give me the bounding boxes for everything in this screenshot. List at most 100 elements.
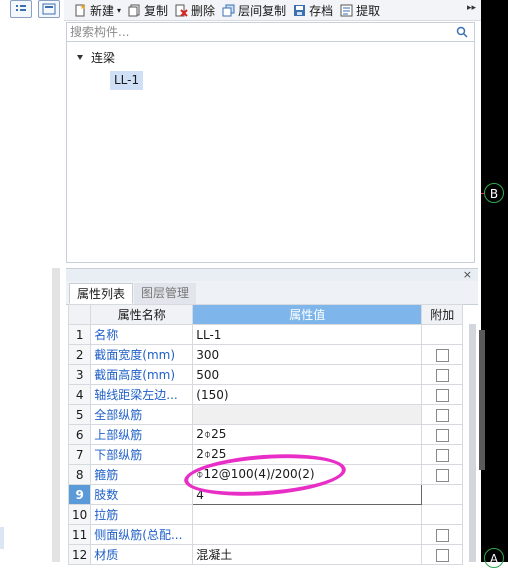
extra-checkbox[interactable] <box>435 348 449 362</box>
extra-checkbox[interactable] <box>435 548 449 562</box>
extra-cell <box>421 324 464 345</box>
row-number[interactable]: 5 <box>67 404 92 425</box>
search-icon[interactable] <box>456 26 468 38</box>
extra-checkbox[interactable] <box>435 368 449 382</box>
property-value[interactable]: 300 <box>192 344 423 365</box>
property-name: 拉筋 <box>90 504 194 525</box>
property-value[interactable]: 2⌽25 <box>192 444 423 465</box>
row-number[interactable]: 6 <box>67 424 92 445</box>
extract-button[interactable]: 提取 <box>340 2 380 19</box>
property-grid: 属性名称 属性值 附加 1 名称 LL-1 2 截面宽度(mm) 300 3 截面高度(mm)… <box>67 304 464 565</box>
axis-marker-b[interactable]: B <box>484 183 504 203</box>
chevron-down-icon[interactable]: ▾ <box>117 6 121 15</box>
close-icon[interactable]: × <box>463 268 472 281</box>
property-name: 轴线距梁左边... <box>90 384 194 405</box>
row-number[interactable]: 10 <box>67 504 92 525</box>
row-number[interactable]: 7 <box>67 444 92 465</box>
grid-scrollbar[interactable] <box>469 324 476 562</box>
extra-cell <box>421 384 464 405</box>
column-header-name[interactable]: 属性名称 <box>90 304 194 325</box>
copy-label: 复制 <box>144 3 169 18</box>
extra-cell <box>421 404 464 425</box>
component-tree: 连梁 LL-1 <box>66 42 475 263</box>
row-number[interactable]: 4 <box>67 384 92 405</box>
property-value[interactable] <box>192 524 423 545</box>
tree-node-root[interactable]: 连梁 <box>77 49 115 66</box>
extra-checkbox[interactable] <box>435 448 449 462</box>
column-header-extra[interactable]: 附加 <box>421 304 464 325</box>
table-row[interactable]: 8 箍筋 ⌽12@100(4)/200(2) <box>67 464 464 485</box>
properties-tabs: 属性列表 图层管理 <box>66 281 478 305</box>
archive-icon <box>294 4 306 16</box>
row-number[interactable]: 8 <box>67 464 92 485</box>
table-row[interactable]: 6 上部纵筋 2⌽25 <box>67 424 464 445</box>
table-row[interactable]: 5 全部纵筋 <box>67 404 464 425</box>
table-row[interactable]: 1 名称 LL-1 <box>67 324 464 345</box>
extra-cell <box>421 424 464 445</box>
row-number[interactable]: 11 <box>67 524 92 545</box>
column-header-value[interactable]: 属性值 <box>192 304 423 325</box>
more-icon[interactable]: ▸▸ <box>467 3 476 13</box>
archive-button[interactable]: 存档 <box>293 2 333 19</box>
archive-label: 存档 <box>309 3 334 18</box>
layer-copy-label: 层间复制 <box>238 3 287 18</box>
new-button[interactable]: 新建 ▾ <box>74 2 121 19</box>
table-row[interactable]: 2 截面宽度(mm) 300 <box>67 344 464 365</box>
extra-checkbox[interactable] <box>435 428 449 442</box>
property-name: 箍筋 <box>90 464 194 485</box>
extract-icon <box>340 4 353 16</box>
new-icon <box>75 3 86 16</box>
delete-button[interactable]: 删除 <box>175 2 215 19</box>
row-number[interactable]: 3 <box>67 364 92 385</box>
property-name: 全部纵筋 <box>90 404 194 425</box>
extra-cell <box>421 364 464 385</box>
canvas-scrollbar[interactable] <box>479 330 485 470</box>
left-scrollbar[interactable] <box>52 268 60 562</box>
property-name: 截面宽度(mm) <box>90 344 194 365</box>
property-value[interactable] <box>192 504 423 525</box>
table-row[interactable]: 10 拉筋 <box>67 504 464 525</box>
extra-checkbox[interactable] <box>435 388 449 402</box>
table-row[interactable]: 4 轴线距梁左边... (150) <box>67 384 464 405</box>
tab-property-list[interactable]: 属性列表 <box>69 283 134 304</box>
layer-copy-icon <box>222 4 235 16</box>
layer-copy-button[interactable]: 层间复制 <box>222 2 286 19</box>
property-value[interactable]: ⌽12@100(4)/200(2) <box>192 464 423 485</box>
table-row[interactable]: 9 肢数 4 <box>67 484 464 505</box>
table-row[interactable]: 11 侧面纵筋(总配... <box>67 524 464 545</box>
extract-label: 提取 <box>356 3 381 18</box>
property-name: 肢数 <box>90 484 194 505</box>
extra-checkbox[interactable] <box>435 528 449 542</box>
toolbar: 新建 ▾ 复制 删除 层间复制 存档 提取 ▸▸ <box>64 0 481 21</box>
tab-layer-management[interactable]: 图层管理 <box>134 283 197 304</box>
row-number[interactable]: 9 <box>67 484 92 505</box>
extra-checkbox[interactable] <box>435 468 449 482</box>
drawing-canvas[interactable]: B A <box>481 0 508 568</box>
property-name: 下部纵筋 <box>90 444 194 465</box>
row-number[interactable]: 2 <box>67 344 92 365</box>
extra-cell <box>421 524 464 545</box>
axis-marker-a[interactable]: A <box>484 548 504 568</box>
property-value[interactable]: 4 <box>192 484 423 505</box>
property-name: 侧面纵筋(总配... <box>90 524 194 545</box>
property-value[interactable] <box>192 404 423 425</box>
property-value[interactable]: 2⌽25 <box>192 424 423 445</box>
search-box <box>66 22 475 42</box>
search-input[interactable] <box>70 24 450 40</box>
expand-icon[interactable] <box>77 55 83 60</box>
axis-line-b <box>481 193 484 194</box>
row-number[interactable]: 1 <box>67 324 92 345</box>
property-value[interactable]: (150) <box>192 384 423 405</box>
table-row[interactable]: 3 截面高度(mm) 500 <box>67 364 464 385</box>
tree-node-ll1[interactable]: LL-1 <box>110 71 144 90</box>
property-value[interactable]: LL-1 <box>192 324 423 345</box>
list-view-icon[interactable] <box>10 0 32 18</box>
property-value[interactable]: 500 <box>192 364 423 385</box>
delete-icon <box>175 4 188 17</box>
property-name: 名称 <box>90 324 194 345</box>
extra-checkbox[interactable] <box>435 408 449 422</box>
copy-button[interactable]: 复制 <box>128 2 168 19</box>
detail-view-icon[interactable] <box>38 0 60 18</box>
table-row[interactable]: 7 下部纵筋 2⌽25 <box>67 444 464 465</box>
extra-cell <box>421 484 464 505</box>
